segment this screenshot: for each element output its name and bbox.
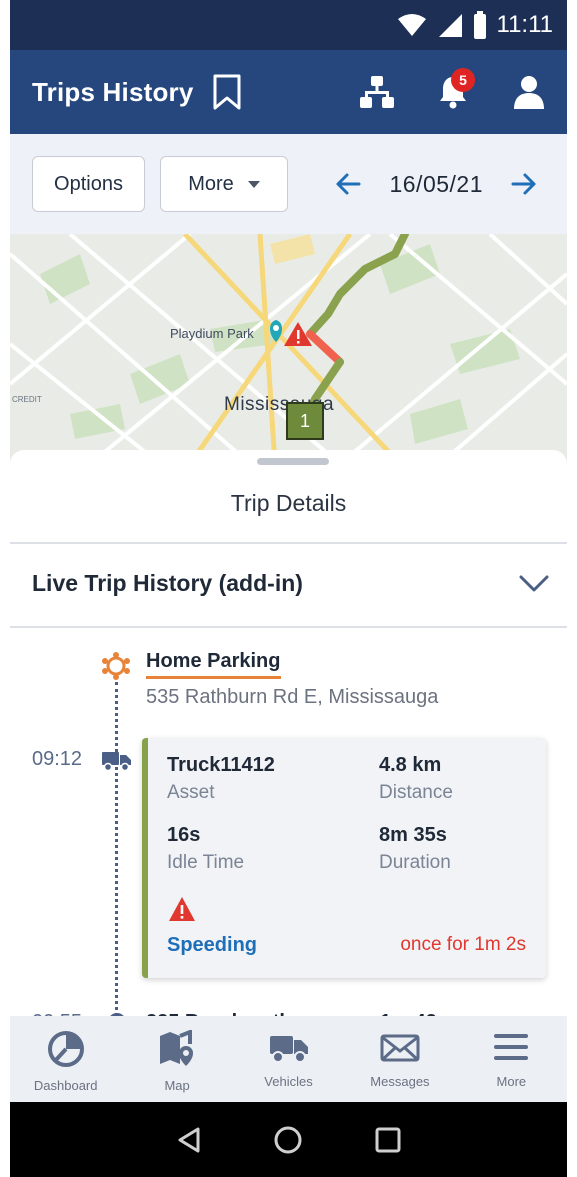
nav-label: Dashboard	[33, 1078, 98, 1093]
stop-marker[interactable]: 1	[286, 402, 324, 440]
clock: 11:11	[496, 11, 554, 38]
trip-summary-card[interactable]: Truck11412 Asset 4.8 km Distance 16s Idl…	[142, 738, 546, 978]
distance-stat: 4.8 km Distance	[379, 754, 453, 804]
duration-value: 8m 35s	[379, 824, 447, 846]
idle-label: Idle Time	[167, 852, 245, 873]
bottom-nav: Dashboard Map Vehicles Messages More	[10, 1016, 567, 1102]
section-title: Live Trip History (add-in)	[32, 570, 303, 596]
nav-map[interactable]: Map	[121, 1016, 232, 1102]
hamburger-icon	[494, 1034, 529, 1060]
trip-details-sheet: Trip Details Live Trip History (add-in) …	[10, 450, 567, 1020]
map-label-credit: CREDIT	[12, 395, 42, 404]
trip-start-time: 09:12	[32, 748, 83, 770]
asset-stat: Truck11412 Asset	[167, 754, 275, 804]
battery-icon	[473, 11, 486, 39]
back-icon[interactable]	[176, 1126, 202, 1154]
exception-label[interactable]: Speeding	[167, 934, 257, 957]
profile-button[interactable]	[491, 50, 567, 134]
asset-label: Asset	[167, 782, 215, 803]
truck-icon	[102, 752, 131, 772]
more-dropdown[interactable]: More	[160, 156, 288, 212]
toolbar: Options More 16/05/21	[10, 134, 567, 234]
nav-dashboard[interactable]: Dashboard	[10, 1016, 121, 1102]
drag-handle[interactable]	[257, 458, 329, 465]
system-nav-bar	[10, 1102, 567, 1177]
divider	[10, 542, 567, 544]
asset-value: Truck11412	[167, 754, 275, 776]
exception-note: once for 1m 2s	[400, 934, 526, 955]
status-bar: 11:11	[10, 0, 567, 50]
nav-more[interactable]: More	[456, 1016, 567, 1102]
signal-icon	[438, 14, 462, 37]
caret-down-icon	[247, 180, 260, 188]
recents-icon[interactable]	[374, 1126, 402, 1154]
date-navigator: 16/05/21	[335, 134, 537, 234]
timeline-connector	[115, 682, 118, 1020]
divider	[10, 626, 567, 628]
options-label: Options	[54, 172, 123, 195]
home-icon[interactable]	[273, 1125, 303, 1155]
arrow-right-icon[interactable]	[511, 172, 537, 196]
idle-stat: 16s Idle Time	[167, 824, 244, 874]
nav-messages[interactable]: Messages	[344, 1016, 455, 1102]
org-tree-button[interactable]	[339, 50, 415, 134]
wifi-icon	[397, 14, 426, 36]
home-parking-icon	[102, 652, 130, 680]
notification-badge: 5	[451, 68, 475, 92]
map-label-park: Playdium Park	[170, 326, 254, 341]
nav-label: Map	[164, 1078, 190, 1093]
duration-stat: 8m 35s Duration	[379, 824, 451, 874]
idle-value: 16s	[167, 824, 201, 846]
date-label[interactable]: 16/05/21	[389, 171, 483, 198]
map-icon	[160, 1030, 194, 1066]
nav-label: Vehicles	[264, 1074, 313, 1089]
user-icon	[514, 76, 544, 109]
truck-icon	[269, 1036, 308, 1063]
hierarchy-icon	[360, 76, 394, 108]
duration-label: Duration	[379, 852, 451, 873]
nav-vehicles[interactable]: Vehicles	[233, 1016, 344, 1102]
nav-label: More	[496, 1074, 527, 1089]
dashboard-icon	[47, 1031, 84, 1067]
start-location-address: 535 Rathburn Rd E, Mississauga	[146, 686, 439, 708]
sheet-title: Trip Details	[230, 490, 347, 516]
nav-label: Messages	[370, 1074, 430, 1089]
chevron-down-icon[interactable]	[519, 574, 549, 594]
distance-value: 4.8 km	[379, 754, 442, 776]
start-location-title[interactable]: Home Parking	[146, 650, 280, 673]
start-location-underline	[146, 676, 281, 679]
warning-icon	[169, 897, 195, 921]
trip-map[interactable]: Playdium Park Mississauga CREDIT 1	[10, 234, 567, 464]
more-label: More	[188, 172, 234, 195]
envelope-icon	[380, 1034, 420, 1062]
bookmark-icon[interactable]	[212, 74, 242, 110]
arrow-left-icon[interactable]	[335, 172, 361, 196]
notifications-button[interactable]: 5	[415, 50, 491, 134]
distance-label: Distance	[379, 782, 453, 803]
app-bar: Trips History 5	[10, 50, 567, 134]
options-button[interactable]: Options	[32, 156, 145, 212]
page-title: Trips History	[32, 76, 194, 107]
